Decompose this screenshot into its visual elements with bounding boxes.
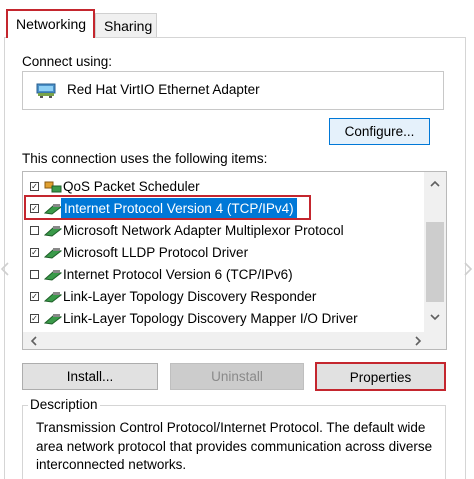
connect-using-label: Connect using: <box>22 54 113 69</box>
list-item-label: Microsoft Network Adapter Multiplexor Pr… <box>63 223 344 238</box>
protocol-icon <box>44 314 62 325</box>
list-item-label: Microsoft LLDP Protocol Driver <box>63 245 249 260</box>
chevron-right-icon <box>464 262 472 276</box>
scroll-right-icon[interactable] <box>414 336 422 346</box>
scroll-left-icon[interactable] <box>30 336 38 346</box>
checkbox[interactable] <box>30 270 39 279</box>
protocol-icon <box>44 226 62 237</box>
checkbox[interactable]: ✓ <box>30 248 39 257</box>
scheduler-icon <box>44 181 62 193</box>
list-item-label: Link-Layer Topology Discovery Mapper I/O… <box>63 311 358 326</box>
adapter-name: Red Hat VirtIO Ethernet Adapter <box>67 82 260 97</box>
list-item[interactable]: Microsoft Network Adapter Multiplexor Pr… <box>23 220 426 242</box>
list-item-label: Link-Layer Topology Discovery Responder <box>63 289 317 304</box>
list-item[interactable]: Internet Protocol Version 6 (TCP/IPv6) <box>23 264 426 286</box>
chevron-left-icon <box>1 262 9 276</box>
checkbox[interactable] <box>30 226 39 235</box>
tab-networking[interactable]: Networking <box>6 9 95 38</box>
selected-item-highlight <box>24 195 311 220</box>
protocol-icon <box>44 248 62 259</box>
list-item[interactable]: ✓ Link-Layer Topology Discovery Mapper I… <box>23 308 426 330</box>
tab-networking-label: Networking <box>16 16 87 32</box>
description-label: Description <box>28 397 100 412</box>
protocol-icon <box>44 292 62 303</box>
description-text: Transmission Control Protocol/Internet P… <box>36 420 433 472</box>
checkbox[interactable]: ✓ <box>30 292 39 301</box>
install-button[interactable]: Install... <box>22 363 158 390</box>
list-item[interactable]: ✓ Link-Layer Topology Discovery Responde… <box>23 286 426 308</box>
protocol-icon <box>44 270 62 281</box>
scroll-down-icon[interactable] <box>430 313 440 321</box>
network-properties-dialog: Sharing Networking Connect using: Red Ha… <box>0 0 474 479</box>
properties-button[interactable]: Properties <box>315 362 446 391</box>
items-label: This connection uses the following items… <box>22 151 268 166</box>
checkbox[interactable]: ✓ <box>30 182 39 191</box>
list-item-label: Internet Protocol Version 6 (TCP/IPv6) <box>63 267 293 282</box>
tab-sharing[interactable]: Sharing <box>95 13 157 37</box>
tab-sharing-label: Sharing <box>104 18 153 34</box>
uninstall-button[interactable]: Uninstall <box>170 363 304 390</box>
vertical-scroll-thumb[interactable] <box>426 222 444 302</box>
configure-button[interactable]: Configure... <box>329 118 430 145</box>
adapter-box: Red Hat VirtIO Ethernet Adapter <box>22 71 444 110</box>
scroll-up-icon[interactable] <box>430 180 440 188</box>
list-item[interactable]: ✓ Microsoft LLDP Protocol Driver <box>23 242 426 264</box>
network-adapter-icon <box>36 83 56 98</box>
horizontal-scrollbar[interactable] <box>23 332 446 349</box>
checkbox[interactable]: ✓ <box>30 314 39 323</box>
